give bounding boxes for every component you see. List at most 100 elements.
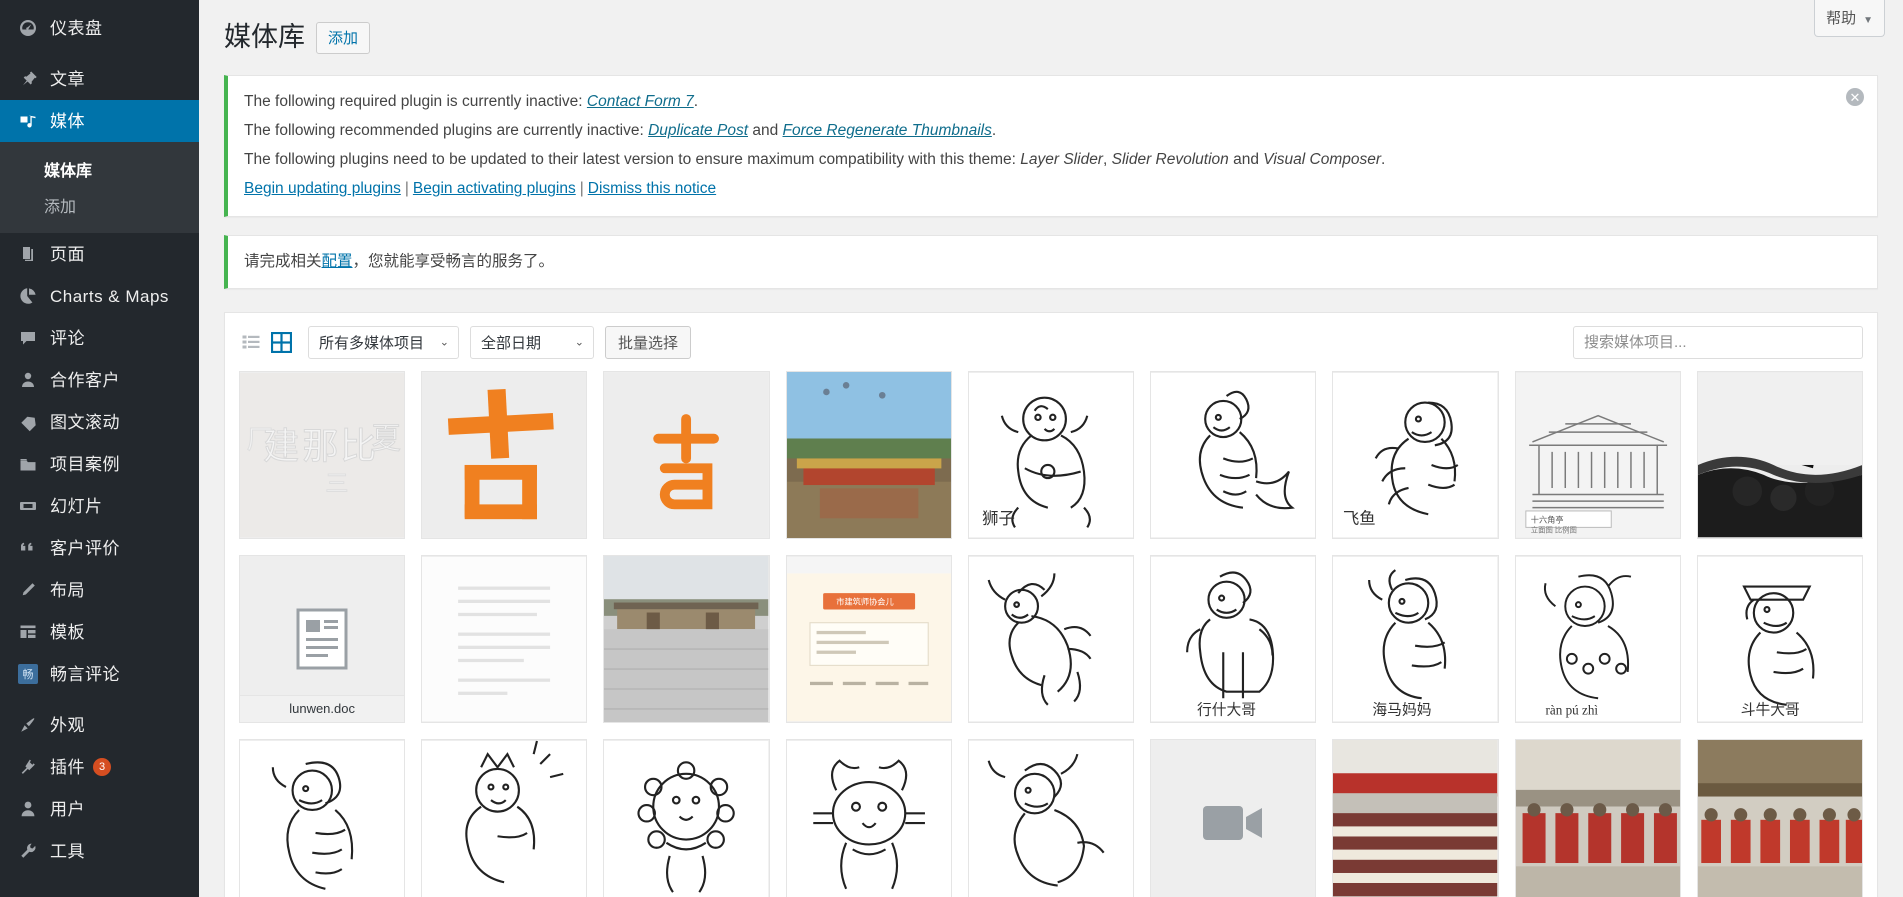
media-thumbnail — [1697, 372, 1862, 538]
notice-line-3: The following plugins need to be updated… — [244, 146, 1863, 173]
sidebar-item-label: 页面 — [50, 244, 85, 264]
sidebar-item-layout[interactable]: 布局 — [0, 569, 199, 611]
line-qilin — [968, 556, 1134, 722]
sidebar-item-charts-maps[interactable]: Charts & Maps — [0, 275, 199, 317]
line-catface — [786, 740, 951, 897]
media-thumbnail — [422, 556, 587, 722]
media-tile[interactable] — [603, 554, 770, 724]
media-date-filter[interactable]: 全部日期 ⌄ — [470, 325, 595, 359]
changyan-config-link[interactable]: 配置 — [322, 253, 353, 270]
media-tile[interactable] — [1514, 739, 1681, 897]
begin-activating-plugins-link[interactable]: Begin activating plugins — [413, 180, 576, 197]
plugin-name-slider-revolution: Slider Revolution — [1111, 151, 1229, 169]
chevron-down-icon: ⌄ — [574, 336, 585, 349]
submenu-item-media-library[interactable]: 媒体库 — [0, 151, 199, 187]
svg-text:夏: 夏 — [371, 423, 401, 455]
add-new-media-button[interactable]: 添加 — [316, 21, 371, 54]
photo-roofdetail — [1697, 372, 1862, 538]
media-thumbnail — [786, 740, 951, 897]
sidebar-item-label: 项目案例 — [50, 454, 120, 474]
changyan-suffix: ，您就能享受畅言的服务了。 — [352, 252, 555, 270]
grid-view-icon[interactable] — [270, 331, 293, 354]
svg-text:ràn pú zhì: ràn pú zhì — [1545, 703, 1598, 718]
link-duplicate-post[interactable]: Duplicate Post — [648, 122, 748, 139]
help-button[interactable]: 帮助 ▼ — [1814, 0, 1885, 37]
media-thumbnail: ràn pú zhì — [1515, 556, 1680, 722]
media-tile[interactable] — [785, 739, 952, 897]
sidebar-item-plugins[interactable]: 插件 3 — [0, 746, 199, 788]
sidebar-item-clients[interactable]: 合作客户 — [0, 359, 199, 401]
media-tile[interactable] — [603, 370, 770, 539]
sidebar-item-scroller[interactable]: 图文滚动 — [0, 401, 199, 443]
sidebar-item-label: 模板 — [50, 622, 85, 642]
media-tile[interactable] — [967, 554, 1135, 724]
changyan-icon: 畅 — [14, 664, 42, 684]
chevron-down-icon: ⌄ — [439, 336, 450, 349]
photo-courtyard — [604, 555, 769, 723]
pin-icon — [14, 69, 42, 89]
media-tile[interactable]: 建那比夏厂三 — [239, 370, 406, 539]
media-tile[interactable] — [1150, 739, 1317, 897]
media-tile[interactable]: 狮子 — [967, 370, 1135, 539]
media-thumbnail — [1697, 740, 1862, 897]
link-force-regenerate-thumbnails[interactable]: Force Regenerate Thumbnails — [783, 122, 992, 139]
action-separator-1: | — [404, 180, 409, 198]
search-input[interactable] — [1573, 325, 1863, 359]
media-tile[interactable] — [967, 739, 1135, 897]
media-tile[interactable] — [1696, 370, 1863, 539]
sidebar-item-tools[interactable]: 工具 — [0, 830, 199, 872]
plugin-notice: ✕ The following required plugin is curre… — [224, 75, 1878, 217]
media-tile[interactable]: 市建筑师协会儿 — [785, 554, 952, 724]
bulk-select-button[interactable]: 批量选择 — [605, 325, 692, 359]
media-tile[interactable]: 海马妈妈 — [1332, 554, 1499, 724]
sidebar-item-label: 工具 — [50, 841, 85, 861]
line-seahorse: 海马妈妈 — [1333, 556, 1498, 722]
media-thumbnail — [1333, 740, 1498, 897]
video-icon — [1203, 806, 1263, 841]
plugin-name-layer-slider: Layer Slider — [1020, 151, 1103, 169]
media-tile[interactable] — [421, 739, 588, 897]
media-tile[interactable] — [1150, 370, 1317, 539]
media-thumbnail — [1151, 740, 1315, 897]
media-tile[interactable] — [1332, 739, 1499, 897]
media-tile[interactable] — [603, 739, 770, 897]
list-view-icon[interactable] — [239, 331, 262, 354]
media-tile[interactable]: ràn pú zhì — [1514, 554, 1681, 724]
link-contact-form-7[interactable]: Contact Form 7 — [587, 93, 694, 110]
sidebar-item-comments[interactable]: 评论 — [0, 317, 199, 359]
media-tile[interactable]: lunwen.doc — [239, 554, 406, 724]
sidebar-item-media[interactable]: 媒体 — [0, 100, 199, 142]
sidebar-item-portfolio[interactable]: 项目案例 — [0, 443, 199, 485]
sidebar-item-testimonials[interactable]: 客户评价 — [0, 527, 199, 569]
media-tile[interactable] — [421, 370, 588, 539]
notice-line-2: The following recommended plugins are cu… — [244, 117, 1863, 144]
sidebar-submenu-media: 媒体库 添加 — [0, 142, 199, 233]
sidebar-item-dashboard[interactable]: 仪表盘 — [0, 7, 199, 49]
chart-pie-icon — [14, 286, 42, 306]
begin-updating-plugins-link[interactable]: Begin updating plugins — [244, 180, 401, 197]
media-tile[interactable]: 十六角亭 立面图 比例图 — [1514, 370, 1681, 539]
notice-line-2-prefix: The following recommended plugins are cu… — [244, 122, 649, 140]
media-tile[interactable] — [785, 370, 952, 539]
media-tile[interactable]: 行什大哥 — [1150, 554, 1317, 724]
media-type-filter[interactable]: 所有多媒体项目 ⌄ — [308, 325, 460, 359]
sidebar-item-appearance[interactable]: 外观 — [0, 704, 199, 746]
close-icon[interactable]: ✕ — [1846, 88, 1864, 107]
help-label: 帮助 — [1826, 10, 1857, 27]
sidebar-item-slides[interactable]: 幻灯片 — [0, 485, 199, 527]
media-tile[interactable] — [239, 739, 406, 897]
media-tile[interactable]: 斗牛大哥 — [1696, 554, 1863, 724]
media-tile[interactable] — [421, 554, 588, 724]
sidebar-item-posts[interactable]: 文章 — [0, 58, 199, 100]
media-thumbnail: 市建筑师协会儿 — [786, 556, 951, 722]
sidebar-item-pages[interactable]: 页面 — [0, 233, 199, 275]
sidebar-item-changyan[interactable]: 畅 畅言评论 — [0, 653, 199, 695]
sidebar-item-users[interactable]: 用户 — [0, 788, 199, 830]
dismiss-this-notice-link[interactable]: Dismiss this notice — [588, 180, 716, 197]
media-tile[interactable] — [1696, 739, 1863, 897]
media-tile[interactable]: 飞鱼 — [1332, 370, 1499, 539]
main-content: 帮助 ▼ 媒体库 添加 ✕ The following required plug… — [199, 0, 1903, 897]
sketch-building: 十六角亭 立面图 比例图 — [1515, 372, 1680, 538]
submenu-item-add-media[interactable]: 添加 — [0, 187, 199, 223]
sidebar-item-templates[interactable]: 模板 — [0, 611, 199, 653]
